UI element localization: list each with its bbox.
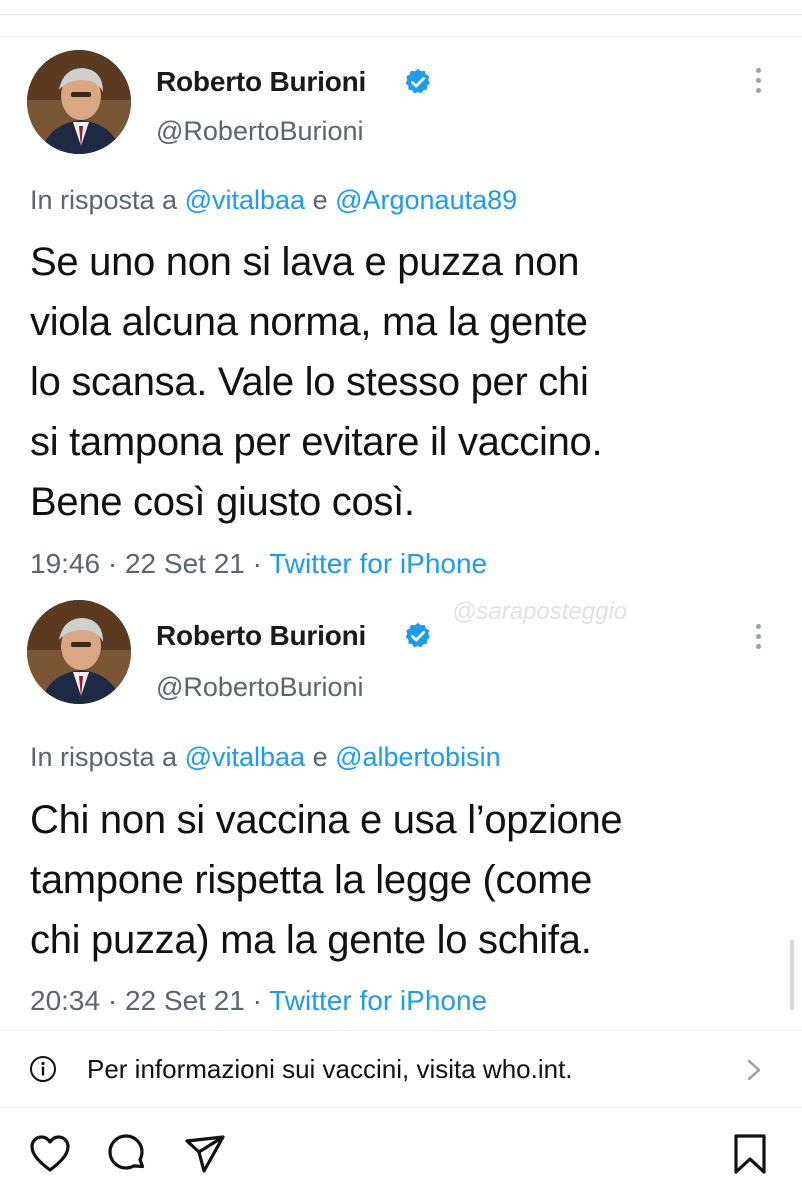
more-options-icon[interactable] xyxy=(752,68,764,98)
meta-separator: · xyxy=(244,985,270,1016)
scroll-indicator[interactable] xyxy=(790,940,794,1010)
meta-separator: · xyxy=(244,548,270,579)
info-icon xyxy=(30,1056,56,1082)
reply-mention[interactable]: @albertobisin xyxy=(335,742,501,772)
avatar[interactable] xyxy=(27,50,131,154)
tweet-text: Se uno non si lava e puzza non viola alc… xyxy=(30,240,603,524)
author-handle[interactable]: @RobertoBurioni xyxy=(156,116,364,147)
tweet-card: Roberto Burioni @RobertoBurioni In rispo… xyxy=(0,590,802,1020)
share-icon[interactable] xyxy=(183,1132,227,1176)
post-action-bar xyxy=(0,1118,802,1188)
tweet-meta: 19:46 · 22 Set 21 · Twitter for iPhone xyxy=(30,548,487,580)
info-banner-text[interactable]: Per informazioni sui vaccini, visita who… xyxy=(87,1054,573,1085)
reply-context: In risposta a @vitalbaa e @Argonauta89 xyxy=(30,185,517,216)
avatar[interactable] xyxy=(27,600,131,704)
tweet-meta: 20:34 · 22 Set 21 · Twitter for iPhone xyxy=(30,985,487,1017)
reply-mention[interactable]: @vitalbaa xyxy=(185,742,305,772)
top-divider xyxy=(0,14,802,15)
verified-badge-icon xyxy=(405,622,430,648)
tweet-date[interactable]: 22 Set 21 xyxy=(125,548,245,579)
tweet-card: Roberto Burioni @RobertoBurioni In rispo… xyxy=(0,40,802,585)
reply-prefix: In risposta a xyxy=(30,742,185,772)
tweet-source[interactable]: Twitter for iPhone xyxy=(269,985,487,1016)
bookmark-icon[interactable] xyxy=(728,1132,772,1176)
meta-separator: · xyxy=(100,548,125,579)
reply-mention[interactable]: @Argonauta89 xyxy=(335,185,517,215)
vaccine-info-banner[interactable]: Per informazioni sui vaccini, visita who… xyxy=(0,1030,802,1108)
tweet-time[interactable]: 20:34 xyxy=(30,985,100,1016)
reply-context: In risposta a @vitalbaa e @albertobisin xyxy=(30,742,501,773)
avatar-image xyxy=(27,600,131,704)
comment-icon[interactable] xyxy=(104,1132,148,1176)
reply-conjunction: e xyxy=(305,742,336,772)
heart-icon[interactable] xyxy=(28,1132,72,1176)
tweet-date[interactable]: 22 Set 21 xyxy=(125,985,245,1016)
author-handle[interactable]: @RobertoBurioni xyxy=(156,672,364,703)
reply-mention[interactable]: @vitalbaa xyxy=(185,185,305,215)
post-image-top-edge xyxy=(0,36,802,37)
instagram-post: Roberto Burioni @RobertoBurioni In rispo… xyxy=(0,0,802,1200)
author-name[interactable]: Roberto Burioni xyxy=(156,620,366,652)
reply-conjunction: e xyxy=(305,185,336,215)
meta-separator: · xyxy=(100,985,125,1016)
chevron-right-icon[interactable] xyxy=(744,1058,764,1082)
verified-badge-icon xyxy=(405,68,430,94)
avatar-image xyxy=(27,50,131,154)
author-name[interactable]: Roberto Burioni xyxy=(156,66,366,98)
tweet-time[interactable]: 19:46 xyxy=(30,548,100,579)
reply-prefix: In risposta a xyxy=(30,185,185,215)
more-options-icon[interactable] xyxy=(752,624,764,654)
tweet-text: Chi non si vaccina e usa l’opzione tampo… xyxy=(30,798,623,962)
tweet-source[interactable]: Twitter for iPhone xyxy=(269,548,487,579)
